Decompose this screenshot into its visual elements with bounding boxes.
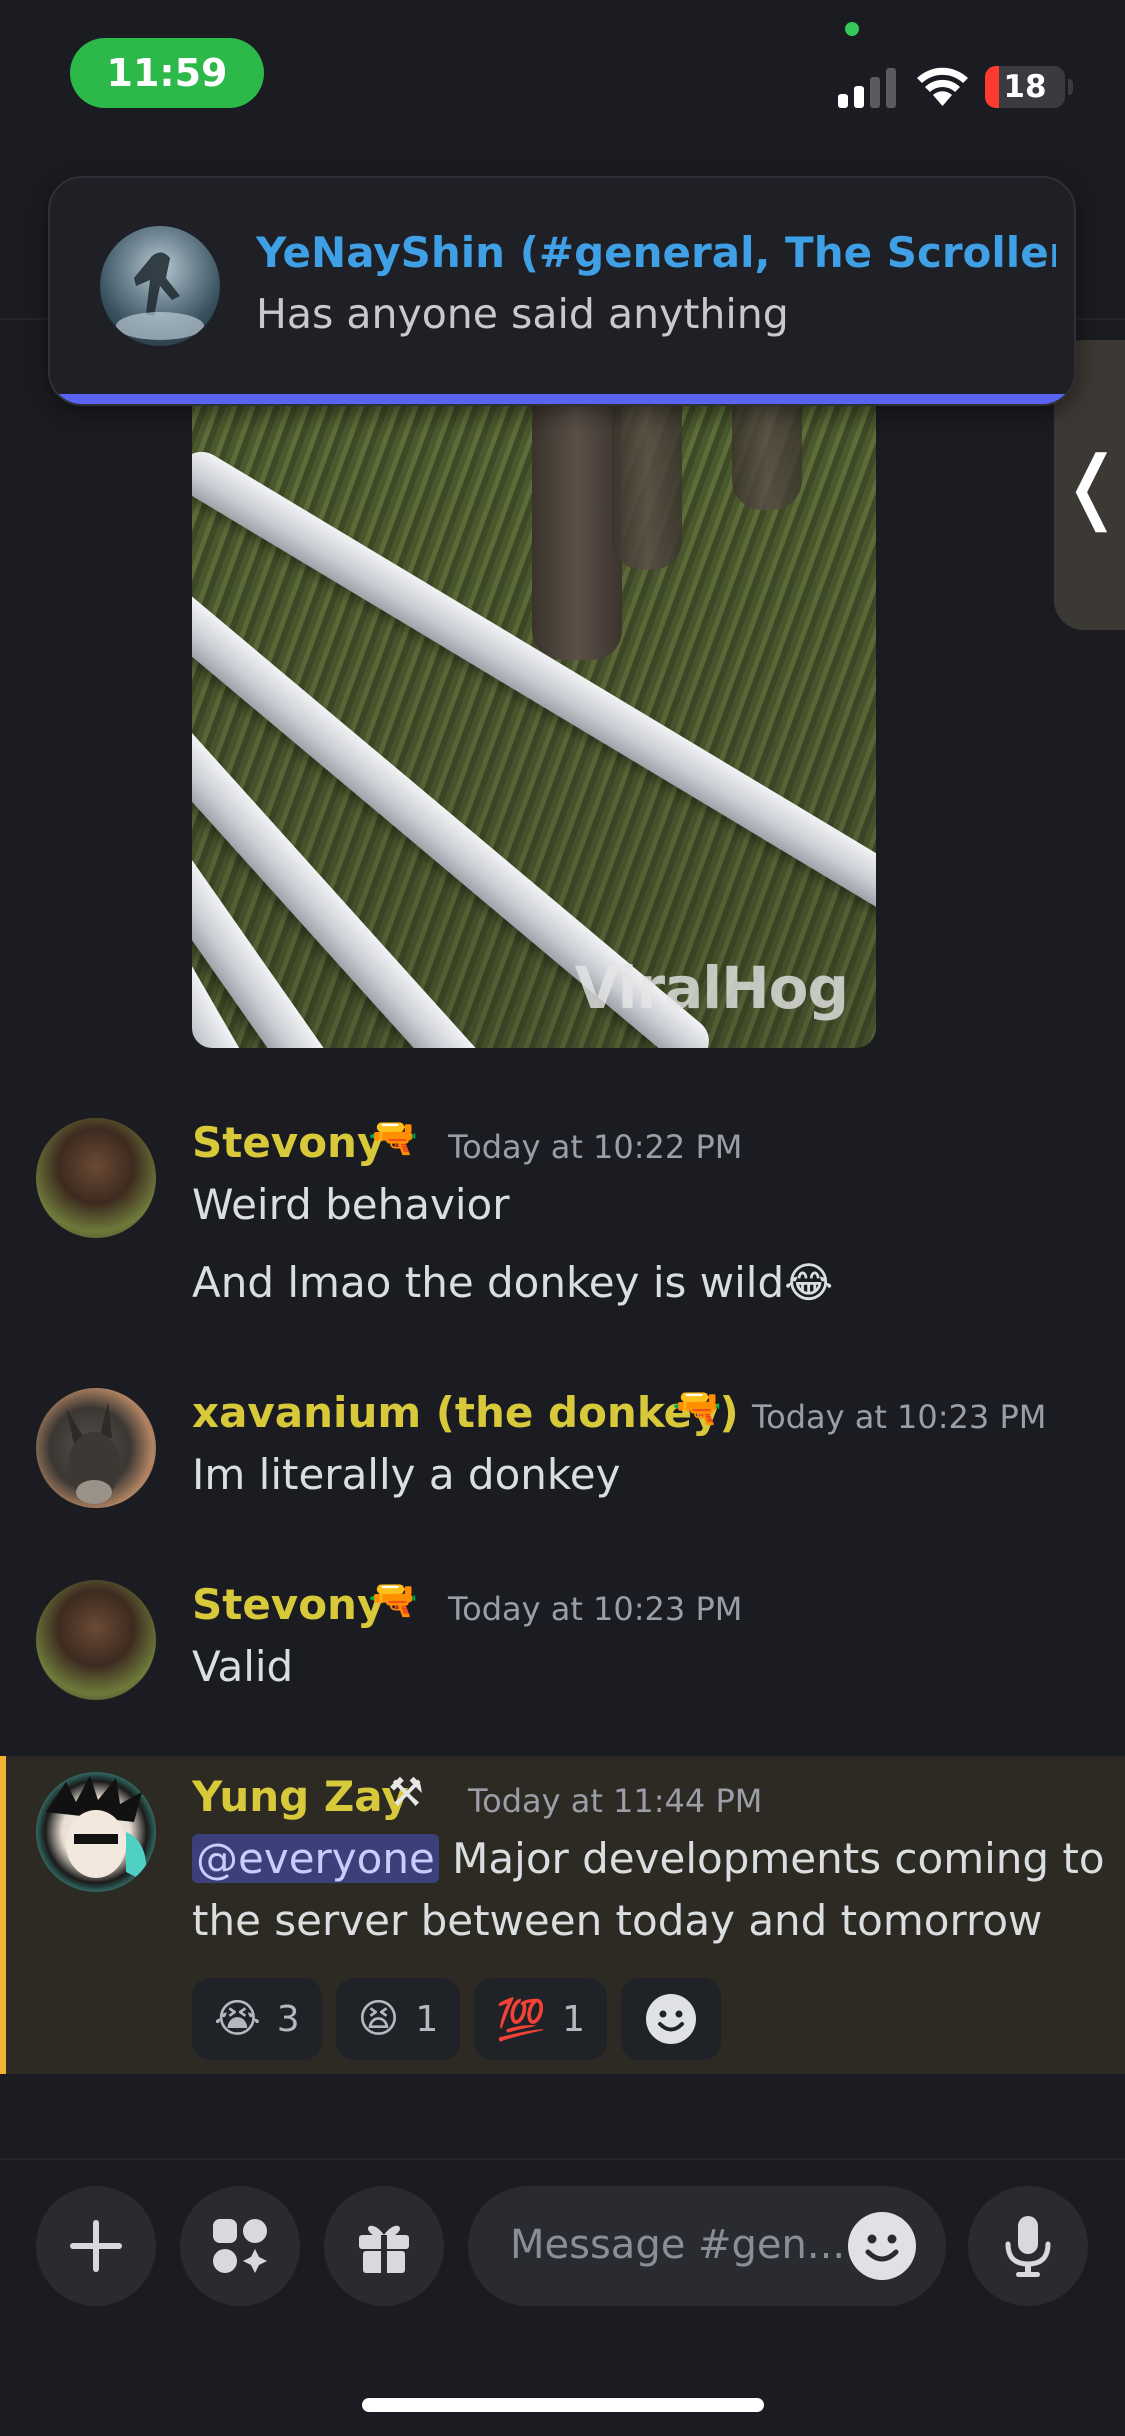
- message-timestamp: Today at 10:23 PM: [752, 1398, 1047, 1436]
- avatar[interactable]: [36, 1580, 156, 1700]
- message-timestamp: Today at 10:22 PM: [448, 1128, 743, 1166]
- message-input-placeholder: Message #gen...: [510, 2222, 846, 2268]
- add-reaction-button[interactable]: [620, 1978, 721, 2060]
- battery-level: 18: [1003, 69, 1047, 105]
- message-author[interactable]: Stevony: [192, 1118, 384, 1167]
- chevron-left-icon: ❬: [1058, 438, 1125, 532]
- smiley-icon: [645, 1994, 696, 2044]
- message-text: And lmao the donkey is wild😂: [192, 1258, 834, 1307]
- donkey-leg: [532, 400, 622, 660]
- custom-emoji-icon: 😫: [357, 1996, 400, 2042]
- everyone-mention[interactable]: @everyone: [192, 1834, 439, 1883]
- wifi-icon: [917, 67, 968, 106]
- notification-body: Has anyone said anything: [256, 290, 789, 338]
- donkey-leg: [732, 400, 802, 510]
- cellular-signal-icon: [838, 68, 896, 108]
- reaction-count: 1: [415, 1998, 439, 2040]
- hundred-points-icon: 💯: [496, 1996, 547, 2043]
- message-text: Im literally a donkey: [192, 1450, 621, 1499]
- message-author[interactable]: Stevony: [192, 1580, 384, 1629]
- avatar[interactable]: [36, 1388, 156, 1508]
- message-text: Weird behavior: [192, 1180, 510, 1229]
- gift-button[interactable]: [324, 2186, 444, 2306]
- loudly-crying-face-icon: 😭: [214, 1996, 261, 2042]
- apps-button[interactable]: [180, 2186, 300, 2306]
- emoji-picker-button[interactable]: [848, 2212, 916, 2280]
- home-indicator[interactable]: [362, 2398, 764, 2412]
- message-text: the server between today and tomorrow: [192, 1896, 1043, 1945]
- status-time: 11:59: [70, 38, 264, 108]
- revolver-icon: 🔫: [368, 1115, 418, 1161]
- reaction-chip[interactable]: 😭 3: [192, 1978, 322, 2060]
- hammer-and-pick-icon: ⚒: [388, 1770, 424, 1816]
- battery-icon: 18: [985, 66, 1065, 108]
- message-text: @everyone Major developments coming to: [192, 1834, 1105, 1883]
- avatar[interactable]: [36, 1772, 156, 1892]
- message-author[interactable]: Yung Zay: [192, 1772, 409, 1821]
- mention-highlight-edge: [0, 1756, 6, 2074]
- plus-icon: [70, 2220, 122, 2272]
- notification-avatar: [100, 226, 220, 346]
- revolver-icon: 🔫: [672, 1385, 722, 1431]
- apps-icon: [213, 2219, 267, 2273]
- voice-message-button[interactable]: [968, 2186, 1088, 2306]
- reaction-count: 1: [562, 1998, 585, 2040]
- message-timestamp: Today at 10:23 PM: [448, 1590, 743, 1628]
- donkey-leg: [612, 400, 682, 570]
- message-author[interactable]: xavanium (the donkey): [192, 1388, 739, 1437]
- composer-divider: [0, 2158, 1125, 2160]
- video-embed[interactable]: ViralHog: [192, 400, 876, 1048]
- microphone-icon: [1005, 2216, 1051, 2277]
- notification-accent-bar: [50, 394, 1074, 404]
- revolver-icon: 🔫: [368, 1577, 418, 1623]
- reactions-row: 😭 3 😫 1 💯 1: [192, 1978, 721, 2060]
- privacy-indicator-dot: [845, 22, 859, 36]
- add-attachment-button[interactable]: [36, 2186, 156, 2306]
- message-text: Valid: [192, 1642, 294, 1691]
- notification-title: YeNayShin (#general, The Scroller...: [256, 228, 1056, 277]
- smiley-icon: [849, 2213, 915, 2279]
- avatar[interactable]: [36, 1118, 156, 1238]
- gift-icon: [359, 2225, 409, 2273]
- reaction-chip[interactable]: 😫 1: [335, 1978, 461, 2060]
- video-watermark: ViralHog: [574, 954, 849, 1022]
- battery-cap: [1068, 79, 1073, 95]
- message-input[interactable]: Message #gen...: [468, 2186, 946, 2306]
- message-timestamp: Today at 11:44 PM: [468, 1782, 763, 1820]
- message-text-rest: Major developments coming to: [438, 1834, 1105, 1883]
- reaction-count: 3: [276, 1998, 300, 2040]
- notification-banner[interactable]: YeNayShin (#general, The Scroller... Has…: [48, 176, 1076, 406]
- reaction-chip[interactable]: 💯 1: [474, 1978, 607, 2060]
